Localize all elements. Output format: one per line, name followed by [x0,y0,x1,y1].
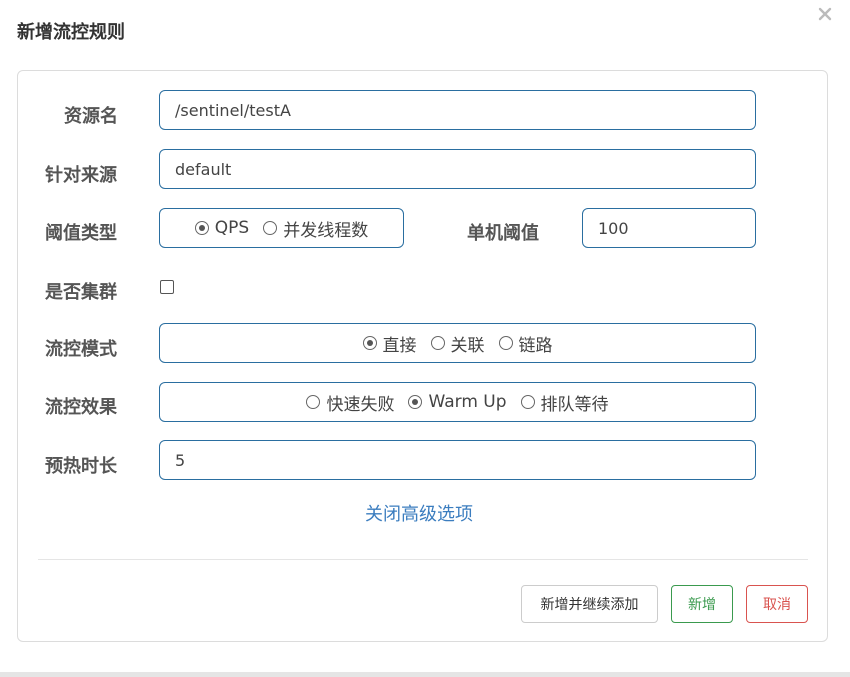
single-threshold-field[interactable] [582,208,756,248]
add-flow-rule-dialog: 新增流控规则 资源名 针对来源 阈值类型 QPS 并发线 [0,0,850,677]
radio-unchecked-icon [306,395,321,409]
radio-label: 关联 [450,335,485,356]
radio-label: 并发线程数 [283,220,369,241]
radio-unchecked-icon [520,395,535,409]
radio-label: 直接 [382,335,417,356]
dialog-bottom-edge [0,672,850,677]
close-icon[interactable] [817,6,833,22]
warmup-period-label: 预热时长 [45,456,117,477]
radio-unchecked-icon [263,221,278,235]
single-threshold-label: 单机阈值 [467,223,539,244]
add-and-continue-button[interactable]: 新增并继续添加 [521,585,658,623]
radio-label: 排队等待 [540,394,609,415]
limit-app-input[interactable] [160,150,755,188]
limit-app-field[interactable] [159,149,756,189]
warmup-period-field[interactable] [159,440,756,480]
radio-checked-icon [408,395,423,409]
cancel-button[interactable]: 取消 [746,585,808,623]
behavior-fast-fail-radio[interactable]: 快速失败 [306,390,394,415]
behavior-queue-radio[interactable]: 排队等待 [520,390,609,415]
warmup-period-input[interactable] [160,441,755,479]
radio-label: 链路 [518,335,553,356]
strategy-chain-radio[interactable]: 链路 [498,331,553,356]
radio-label: Warm Up [428,392,507,412]
radio-checked-icon [194,221,209,235]
form-panel: 资源名 针对来源 阈值类型 QPS 并发线程数 单机阈值 [17,70,828,642]
threshold-type-qps-radio[interactable]: QPS [194,218,250,238]
radio-unchecked-icon [430,336,445,350]
radio-checked-icon [362,336,377,350]
limit-app-label: 针对来源 [45,165,117,186]
divider [38,559,808,560]
threshold-type-thread-radio[interactable]: 并发线程数 [263,216,368,241]
radio-label: QPS [214,218,250,238]
radio-unchecked-icon [498,336,513,350]
resource-label: 资源名 [64,106,118,127]
control-behavior-label: 流控效果 [45,397,117,418]
single-threshold-input[interactable] [583,209,755,247]
strategy-group: 直接 关联 链路 [159,323,756,363]
cluster-label: 是否集群 [45,282,117,303]
add-button[interactable]: 新增 [671,585,733,623]
radio-label: 快速失败 [326,394,395,415]
threshold-type-group: QPS 并发线程数 [159,208,404,248]
control-behavior-group: 快速失败 Warm Up 排队等待 [159,382,756,422]
behavior-warm-up-radio[interactable]: Warm Up [408,392,507,412]
strategy-label: 流控模式 [45,339,117,360]
strategy-direct-radio[interactable]: 直接 [362,331,417,356]
dialog-title: 新增流控规则 [17,22,125,43]
threshold-type-label: 阈值类型 [45,223,117,244]
resource-input[interactable] [160,91,755,129]
advanced-options-toggle[interactable]: 关闭高级选项 [365,500,473,526]
cluster-checkbox[interactable] [160,280,174,294]
strategy-relate-radio[interactable]: 关联 [430,331,485,356]
resource-field[interactable] [159,90,756,130]
